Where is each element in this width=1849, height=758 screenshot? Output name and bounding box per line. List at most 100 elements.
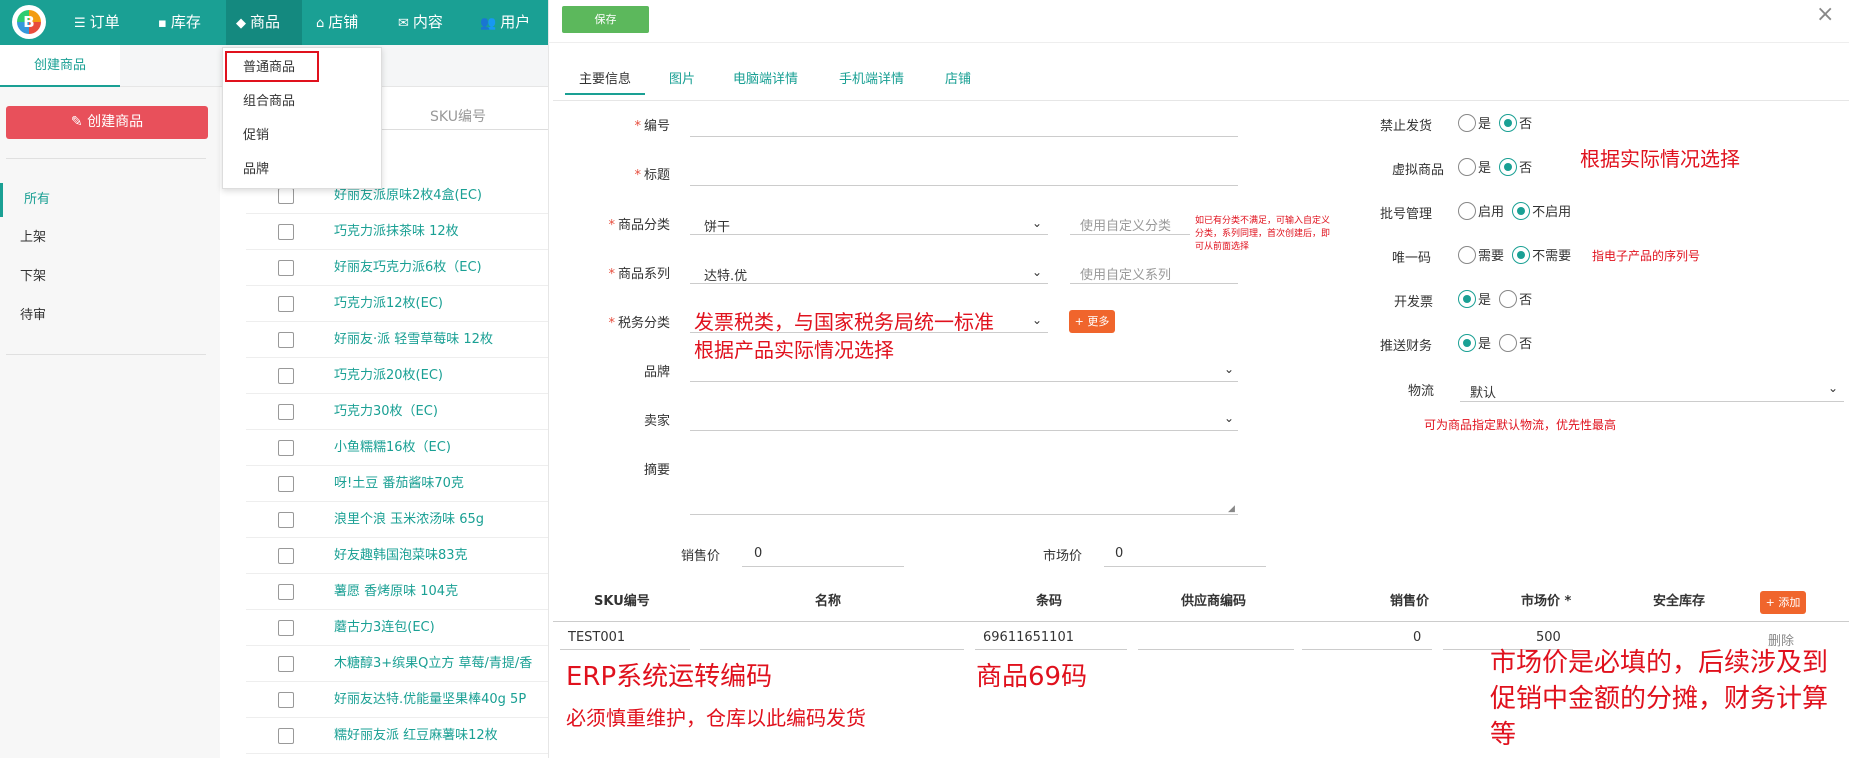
resize-handle-icon[interactable]: ◢ (1228, 504, 1235, 514)
product-name-link[interactable]: 薯愿 香烤原味 104克 (334, 574, 458, 610)
radio-yes[interactable] (1458, 289, 1476, 308)
barcode-cell[interactable]: 69611651101 (983, 630, 1074, 645)
chevron-down-icon[interactable]: ⌄ (1224, 362, 1234, 376)
product-name-link[interactable]: 蘑古力3连包(EC) (334, 610, 435, 646)
tab-main-info[interactable]: 主要信息 (565, 65, 646, 95)
tab-pc-detail[interactable]: 电脑端详情 (719, 65, 812, 95)
row-checkbox[interactable] (278, 224, 294, 240)
nav-item-users[interactable]: 👥 用户 (470, 0, 540, 45)
table-row[interactable]: 巧克力派12枚(EC) (246, 286, 548, 322)
table-row[interactable]: 好丽友达特.优能量坚果棒40g 5P (246, 682, 548, 718)
product-name-link[interactable]: 好丽友·派 轻雪草莓味 12枚 (334, 322, 493, 358)
radio-need[interactable] (1458, 245, 1476, 264)
row-checkbox[interactable] (278, 404, 294, 420)
sidebar-item-listed[interactable]: 上架 (0, 221, 220, 255)
table-row[interactable]: 薯愿 香烤原味 104克 (246, 574, 548, 610)
title-input[interactable] (690, 185, 1238, 186)
table-row[interactable]: 木糖醇3+缤果Q立方 草莓/青提/香 (246, 646, 548, 682)
logistics-select-value[interactable]: 默认 (1470, 382, 1496, 401)
add-sku-button[interactable]: + 添加 (1760, 591, 1806, 614)
table-row[interactable]: 巧克力派20枚(EC) (246, 358, 548, 394)
row-checkbox[interactable] (278, 476, 294, 492)
app-logo[interactable]: B (12, 5, 46, 39)
table-row[interactable]: 好友趣韩国泡菜味83克 (246, 538, 548, 574)
series-select[interactable] (690, 283, 1048, 284)
product-name-link[interactable]: 浪里个浪 玉米浓汤味 65g (334, 502, 484, 538)
logistics-select[interactable] (1460, 401, 1844, 402)
summary-textarea[interactable] (690, 514, 1238, 515)
product-name-link[interactable]: 小鱼糯糯16枚（EC) (334, 430, 451, 466)
radio-no[interactable] (1499, 157, 1518, 176)
product-name-link[interactable]: 巧克力派抹茶味 12枚 (334, 214, 459, 250)
sidebar-item-pending[interactable]: 待审 (0, 299, 220, 333)
menu-item-bundle-product[interactable]: 组合商品 (223, 85, 381, 119)
seller-select[interactable] (690, 430, 1238, 431)
row-checkbox[interactable] (278, 584, 294, 600)
radio-yes[interactable] (1458, 157, 1476, 176)
chevron-down-icon[interactable]: ⌄ (1224, 411, 1234, 425)
code-input[interactable] (690, 136, 1238, 137)
product-name-link[interactable]: 好友趣韩国泡菜味83克 (334, 538, 468, 574)
product-name-link[interactable]: 呀!土豆 番茄酱味70克 (334, 466, 464, 502)
nav-item-inventory[interactable]: ▪ 库存 (148, 0, 211, 45)
table-row[interactable]: 好丽友巧克力派6枚（EC) (246, 250, 548, 286)
chevron-down-icon[interactable]: ⌄ (1032, 216, 1042, 230)
table-row[interactable]: 蘑古力3连包(EC) (246, 610, 548, 646)
radio-disable[interactable] (1512, 201, 1531, 220)
row-checkbox[interactable] (278, 332, 294, 348)
custom-category-input[interactable]: 使用自定义分类 (1080, 215, 1171, 234)
sidebar-item-delisted[interactable]: 下架 (0, 260, 220, 294)
row-checkbox[interactable] (278, 656, 294, 672)
brand-select[interactable] (690, 381, 1238, 382)
category-select[interactable] (690, 234, 1048, 235)
table-row[interactable]: 糯好丽友派 红豆麻薯味12枚 (246, 718, 548, 754)
nav-item-products[interactable]: ◆ 商品 (226, 0, 302, 45)
row-checkbox[interactable] (278, 692, 294, 708)
row-checkbox[interactable] (278, 188, 294, 204)
table-row[interactable]: 巧克力派抹茶味 12枚 (246, 214, 548, 250)
chevron-down-icon[interactable]: ⌄ (1828, 381, 1838, 395)
more-button[interactable]: + 更多 (1069, 310, 1115, 333)
custom-series-input[interactable]: 使用自定义系列 (1080, 264, 1171, 283)
nav-item-content[interactable]: ✉ 内容 (388, 0, 453, 45)
radio-enable[interactable] (1458, 201, 1476, 220)
sale-price-input[interactable]: 0 (754, 546, 762, 561)
save-button[interactable]: 保存 (562, 6, 649, 33)
row-checkbox[interactable] (278, 260, 294, 276)
table-row[interactable]: 巧克力30枚（EC) (246, 394, 548, 430)
tab-create-product[interactable]: 创建商品 (0, 45, 120, 87)
sku-search-input[interactable]: SKU编号 (430, 106, 486, 126)
row-checkbox[interactable] (278, 440, 294, 456)
sale-price-cell[interactable]: 0 (1413, 630, 1421, 645)
row-checkbox[interactable] (278, 728, 294, 744)
tab-store[interactable]: 店铺 (931, 65, 985, 95)
table-row[interactable]: 浪里个浪 玉米浓汤味 65g (246, 502, 548, 538)
name-cell[interactable] (700, 649, 964, 650)
series-select-value[interactable]: 达特.优 (704, 265, 747, 284)
radio-no-need[interactable] (1512, 245, 1531, 264)
product-name-link[interactable]: 巧克力派20枚(EC) (334, 358, 443, 394)
market-price-input[interactable]: 0 (1115, 546, 1123, 561)
radio-yes[interactable] (1458, 333, 1476, 352)
nav-item-orders[interactable]: ☰ 订单 (64, 0, 130, 45)
product-name-link[interactable]: 巧克力派12枚(EC) (334, 286, 443, 322)
radio-yes[interactable] (1458, 113, 1476, 132)
row-checkbox[interactable] (278, 548, 294, 564)
create-product-button[interactable]: ✎ 创建商品 (6, 106, 208, 139)
row-checkbox[interactable] (278, 368, 294, 384)
menu-item-brand[interactable]: 品牌 (223, 153, 381, 187)
category-select-value[interactable]: 饼干 (704, 216, 730, 235)
table-row[interactable]: 小鱼糯糯16枚（EC) (246, 430, 548, 466)
table-row[interactable]: 呀!土豆 番茄酱味70克 (246, 466, 548, 502)
sidebar-item-all[interactable]: 所有 (0, 183, 220, 217)
product-name-link[interactable]: 好丽友达特.优能量坚果棒40g 5P (334, 682, 526, 718)
row-checkbox[interactable] (278, 512, 294, 528)
radio-no[interactable] (1499, 113, 1518, 132)
chevron-down-icon[interactable]: ⌄ (1032, 313, 1042, 327)
sku-cell[interactable]: TEST001 (568, 630, 625, 645)
product-name-link[interactable]: 巧克力30枚（EC) (334, 394, 438, 430)
product-name-link[interactable]: 木糖醇3+缤果Q立方 草莓/青提/香 (334, 646, 532, 682)
row-checkbox[interactable] (278, 296, 294, 312)
radio-no[interactable] (1499, 333, 1518, 352)
product-name-link[interactable]: 糯好丽友派 红豆麻薯味12枚 (334, 718, 498, 754)
